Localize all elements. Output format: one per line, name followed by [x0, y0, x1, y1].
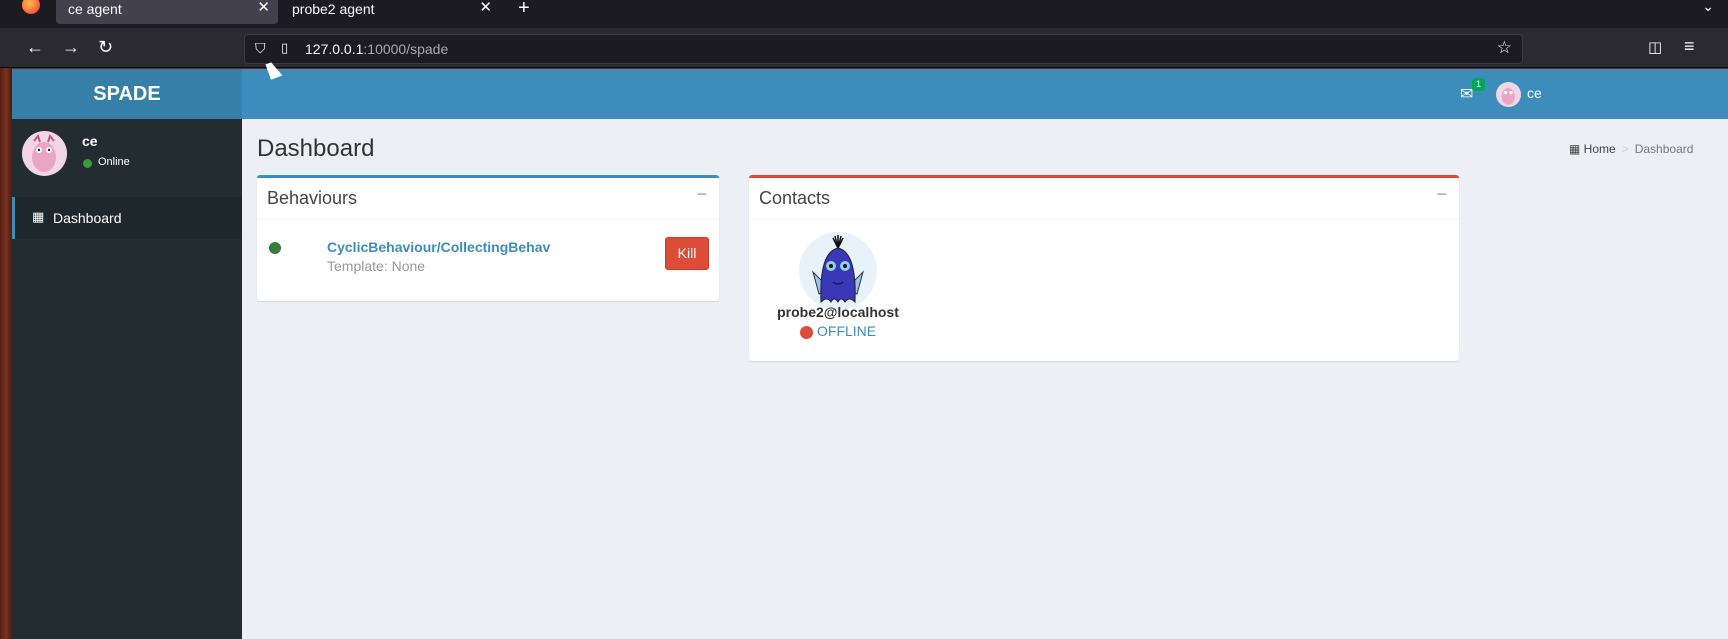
user-status: Online — [98, 156, 130, 168]
breadcrumb: ▦ Home > Dashboard — [1569, 142, 1693, 156]
contact-jid: probe2@localhost — [777, 304, 899, 320]
chevron-down-icon[interactable]: ⌄ — [1702, 0, 1714, 15]
header-user-name[interactable]: ce — [1527, 85, 1542, 101]
contact-avatar[interactable] — [799, 232, 877, 310]
breadcrumb-current: Dashboard — [1634, 142, 1694, 156]
kill-button[interactable]: Kill — [665, 237, 709, 270]
new-tab-icon[interactable]: + — [518, 0, 530, 20]
offline-status-icon — [800, 326, 813, 339]
tab-probe2-agent[interactable]: probe2 agent ✕ — [280, 0, 500, 24]
pocket-icon[interactable]: ◫ — [1648, 38, 1662, 56]
box-title: Behaviours — [267, 188, 358, 208]
back-icon[interactable]: ← — [26, 37, 44, 57]
url-bar[interactable]: ⛉ ▯ 127.0.0.1:10000/spade ☆ — [244, 34, 1523, 64]
sidebar-item-dashboard[interactable]: ▦ Dashboard — [12, 197, 242, 239]
tab-bar: ce agent ✕ probe2 agent ✕ + ⌄ — [0, 0, 1728, 28]
divider — [749, 219, 1459, 220]
behaviour-template: Template: None — [327, 258, 426, 274]
behaviour-name-link[interactable]: CyclicBehaviour/CollectingBehav — [327, 239, 550, 255]
logo[interactable]: SPADE — [12, 69, 242, 119]
breadcrumb-home-link[interactable]: Home — [1584, 142, 1616, 156]
forward-icon[interactable]: → — [62, 37, 80, 57]
close-tab-icon[interactable]: ✕ — [257, 0, 270, 17]
avatar — [22, 131, 67, 176]
tab-label: probe2 agent — [292, 1, 375, 17]
collapse-button[interactable]: − — [696, 184, 707, 205]
page-icon[interactable]: ▯ — [281, 40, 288, 56]
navigation-bar: ← → ↻ ⛉ ▯ 127.0.0.1:10000/spade ☆ ◫ ≡ — [0, 28, 1728, 68]
url-path: :10000/spade — [363, 41, 449, 57]
mail-count-badge: 1 — [1472, 78, 1485, 91]
menu-icon[interactable]: ≡ — [1684, 36, 1695, 57]
close-tab-icon[interactable]: ✕ — [479, 0, 492, 17]
divider — [257, 219, 719, 220]
page-title: Dashboard — [257, 135, 375, 162]
url-text[interactable]: 127.0.0.1:10000/spade — [305, 41, 448, 57]
dashboard-icon: ▦ — [1569, 142, 1584, 156]
spade-app: SPADE ce Online ▦ Dashboard ✉ 1 ce Dashb… — [12, 69, 1728, 639]
user-name: ce — [82, 133, 98, 149]
header-avatar[interactable] — [1496, 82, 1521, 107]
online-status-icon — [83, 159, 92, 168]
shield-icon[interactable]: ⛉ — [255, 40, 266, 57]
contacts-box: Contacts − probe2@localhost OFFLINE — [749, 175, 1459, 361]
star-icon[interactable]: ☆ — [1497, 38, 1512, 58]
url-host: 127.0.0.1 — [305, 41, 364, 57]
behaviours-box: Behaviours − CyclicBehaviour/CollectingB… — [257, 175, 719, 301]
box-title: Contacts — [759, 188, 831, 208]
tab-ce-agent[interactable]: ce agent ✕ — [56, 0, 278, 24]
firefox-logo — [22, 0, 40, 14]
dashboard-icon: ▦ — [32, 209, 45, 224]
sidebar: SPADE ce Online ▦ Dashboard — [12, 69, 242, 639]
behaviour-status-icon — [269, 242, 281, 254]
collapse-button[interactable]: − — [1436, 184, 1447, 205]
contact-status: OFFLINE — [817, 323, 877, 339]
tab-label: ce agent — [68, 1, 122, 17]
breadcrumb-separator: > — [1621, 142, 1629, 156]
sidebar-item-label: Dashboard — [53, 210, 122, 226]
user-panel: ce Online — [12, 119, 242, 189]
reload-icon[interactable]: ↻ — [98, 37, 113, 57]
